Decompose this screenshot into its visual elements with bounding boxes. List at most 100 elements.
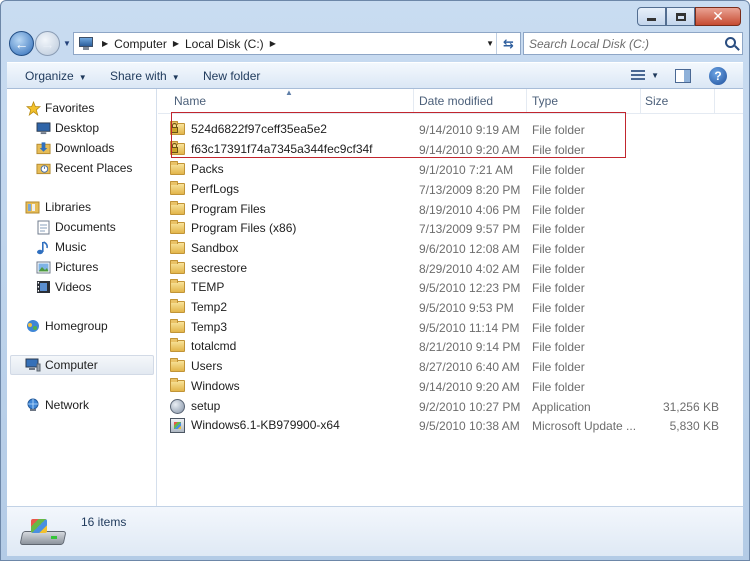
breadcrumb-separator[interactable]: ▶ (270, 39, 276, 48)
close-icon: ✕ (712, 8, 724, 24)
address-bar[interactable]: ▶ Computer ▶ Local Disk (C:) ▶ ▼ ⇆ (73, 32, 521, 55)
file-type: File folder (532, 360, 585, 374)
file-name: TEMP (191, 280, 225, 294)
file-date: 7/13/2009 9:57 PM (419, 222, 521, 236)
column-date-modified[interactable]: Date modified (419, 94, 493, 108)
file-date: 9/5/2010 12:23 PM (419, 281, 521, 295)
breadcrumb-separator[interactable]: ▶ (102, 39, 108, 48)
table-row[interactable]: Sandbox 9/6/2010 12:08 AM File folder (170, 238, 750, 258)
search-icon[interactable] (725, 37, 736, 48)
view-options-dropdown[interactable]: ▼ (651, 71, 659, 80)
file-name: Windows (191, 379, 240, 393)
address-history-dropdown[interactable]: ▼ (486, 39, 494, 48)
organize-label: Organize (25, 69, 74, 83)
nav-pictures[interactable]: Pictures (35, 257, 98, 277)
chevron-down-icon: ▼ (171, 73, 180, 82)
file-date: 9/5/2010 9:53 PM (419, 301, 514, 315)
new-folder-button[interactable]: New folder (203, 69, 260, 83)
libraries-icon (25, 199, 41, 215)
refresh-button[interactable]: ⇆ (496, 33, 520, 54)
folder-icon (170, 319, 186, 334)
table-row[interactable]: Windows 9/14/2010 9:20 AM File folder (170, 376, 750, 396)
folder-icon (170, 260, 186, 275)
organize-menu[interactable]: Organize ▼ (25, 69, 87, 83)
column-header-row: ▲ Name Date modified Type Size (158, 88, 743, 114)
file-type: File folder (532, 163, 585, 177)
close-button[interactable]: ✕ (695, 7, 741, 26)
file-type: File folder (532, 203, 585, 217)
nav-music[interactable]: Music (35, 237, 86, 257)
back-button[interactable]: ← (9, 31, 34, 56)
downloads-folder-icon (35, 140, 51, 156)
nav-libraries[interactable]: Libraries (25, 197, 91, 217)
nav-homegroup[interactable]: Homegroup (25, 316, 108, 336)
change-view-icon[interactable] (631, 70, 645, 81)
column-name[interactable]: Name (174, 94, 206, 108)
column-size[interactable]: Size (645, 94, 668, 108)
file-name: PerfLogs (191, 182, 240, 196)
videos-icon (35, 279, 51, 295)
table-row[interactable]: secrestore 8/29/2010 4:02 AM File folder (170, 258, 750, 278)
back-arrow-icon: ← (14, 35, 29, 52)
command-bar: Organize ▼ Share with ▼ New folder ▼ ? (7, 62, 743, 89)
file-date: 9/14/2010 9:20 AM (419, 380, 520, 394)
folder-icon (170, 358, 186, 373)
file-name: Temp3 (191, 320, 228, 334)
breadcrumb-separator[interactable]: ▶ (173, 39, 179, 48)
table-row[interactable]: Temp3 9/5/2010 11:14 PM File folder (170, 317, 750, 337)
file-date: 7/13/2009 8:20 PM (419, 183, 521, 197)
file-type: File folder (532, 321, 585, 335)
nav-videos[interactable]: Videos (35, 277, 91, 297)
table-row[interactable]: Packs 9/1/2010 7:21 AM File folder (170, 159, 750, 179)
nav-favorites[interactable]: Favorites (25, 98, 94, 118)
folder-icon (170, 299, 186, 314)
breadcrumb-local-disk[interactable]: Local Disk (C:) (185, 37, 264, 51)
search-box[interactable] (523, 32, 743, 55)
caption-buttons: ✕ (637, 7, 741, 26)
nav-favorites-label: Favorites (45, 101, 95, 115)
file-type: File folder (532, 183, 585, 197)
file-date: 8/29/2010 4:02 AM (419, 262, 520, 276)
table-row[interactable]: setup 9/2/2010 10:27 PM Application 31,2… (170, 396, 750, 416)
table-row[interactable]: totalcmd 8/21/2010 9:14 PM File folder (170, 336, 750, 356)
breadcrumb-computer[interactable]: Computer (114, 37, 167, 51)
nav-downloads[interactable]: Downloads (35, 138, 114, 158)
setup-icon (170, 399, 186, 414)
file-date: 9/6/2010 12:08 AM (419, 242, 520, 256)
table-row[interactable]: Program Files 8/19/2010 4:06 PM File fol… (170, 199, 750, 219)
maximize-button[interactable] (666, 7, 695, 26)
table-row[interactable]: Program Files (x86) 7/13/2009 9:57 PM Fi… (170, 218, 750, 238)
recent-pages-dropdown[interactable]: ▼ (63, 39, 71, 48)
table-row[interactable]: TEMP 9/5/2010 12:23 PM File folder (170, 277, 750, 297)
share-with-label: Share with (110, 69, 167, 83)
table-row[interactable]: Temp2 9/5/2010 9:53 PM File folder (170, 297, 750, 317)
details-pane: 16 items (7, 506, 743, 556)
share-with-menu[interactable]: Share with ▼ (110, 69, 180, 83)
computer-icon (25, 357, 41, 373)
nav-desktop[interactable]: Desktop (35, 118, 99, 138)
column-type[interactable]: Type (532, 94, 558, 108)
nav-computer[interactable]: Computer (10, 355, 154, 375)
file-size: 5,830 KB (669, 419, 719, 433)
search-input[interactable] (529, 36, 714, 51)
help-icon[interactable]: ? (709, 67, 727, 85)
file-name: totalcmd (191, 339, 237, 353)
table-row[interactable]: Users 8/27/2010 6:40 AM File folder (170, 356, 750, 376)
nav-recent-places[interactable]: Recent Places (35, 158, 132, 178)
homegroup-icon (25, 318, 41, 334)
forward-button[interactable]: → (35, 31, 60, 56)
table-row[interactable]: PerfLogs 7/13/2009 8:20 PM File folder (170, 179, 750, 199)
minimize-button[interactable] (637, 7, 666, 26)
folder-icon (170, 181, 186, 196)
desktop-icon (35, 120, 51, 136)
nav-network[interactable]: Network (25, 395, 89, 415)
table-row[interactable]: Windows6.1-KB979900-x64 9/5/2010 10:38 A… (170, 415, 750, 435)
explorer-window: ✕ ← → ▼ ▶ Computer ▶ Local Disk (C:) ▶ ▼… (0, 0, 750, 561)
file-date: 9/5/2010 11:14 PM (419, 321, 520, 335)
sort-ascending-icon: ▲ (285, 88, 293, 97)
file-type: File folder (532, 340, 585, 354)
forward-arrow-icon: → (40, 35, 55, 52)
nav-documents[interactable]: Documents (35, 217, 116, 237)
preview-pane-icon[interactable] (675, 69, 691, 83)
nav-videos-label: Videos (55, 280, 92, 294)
